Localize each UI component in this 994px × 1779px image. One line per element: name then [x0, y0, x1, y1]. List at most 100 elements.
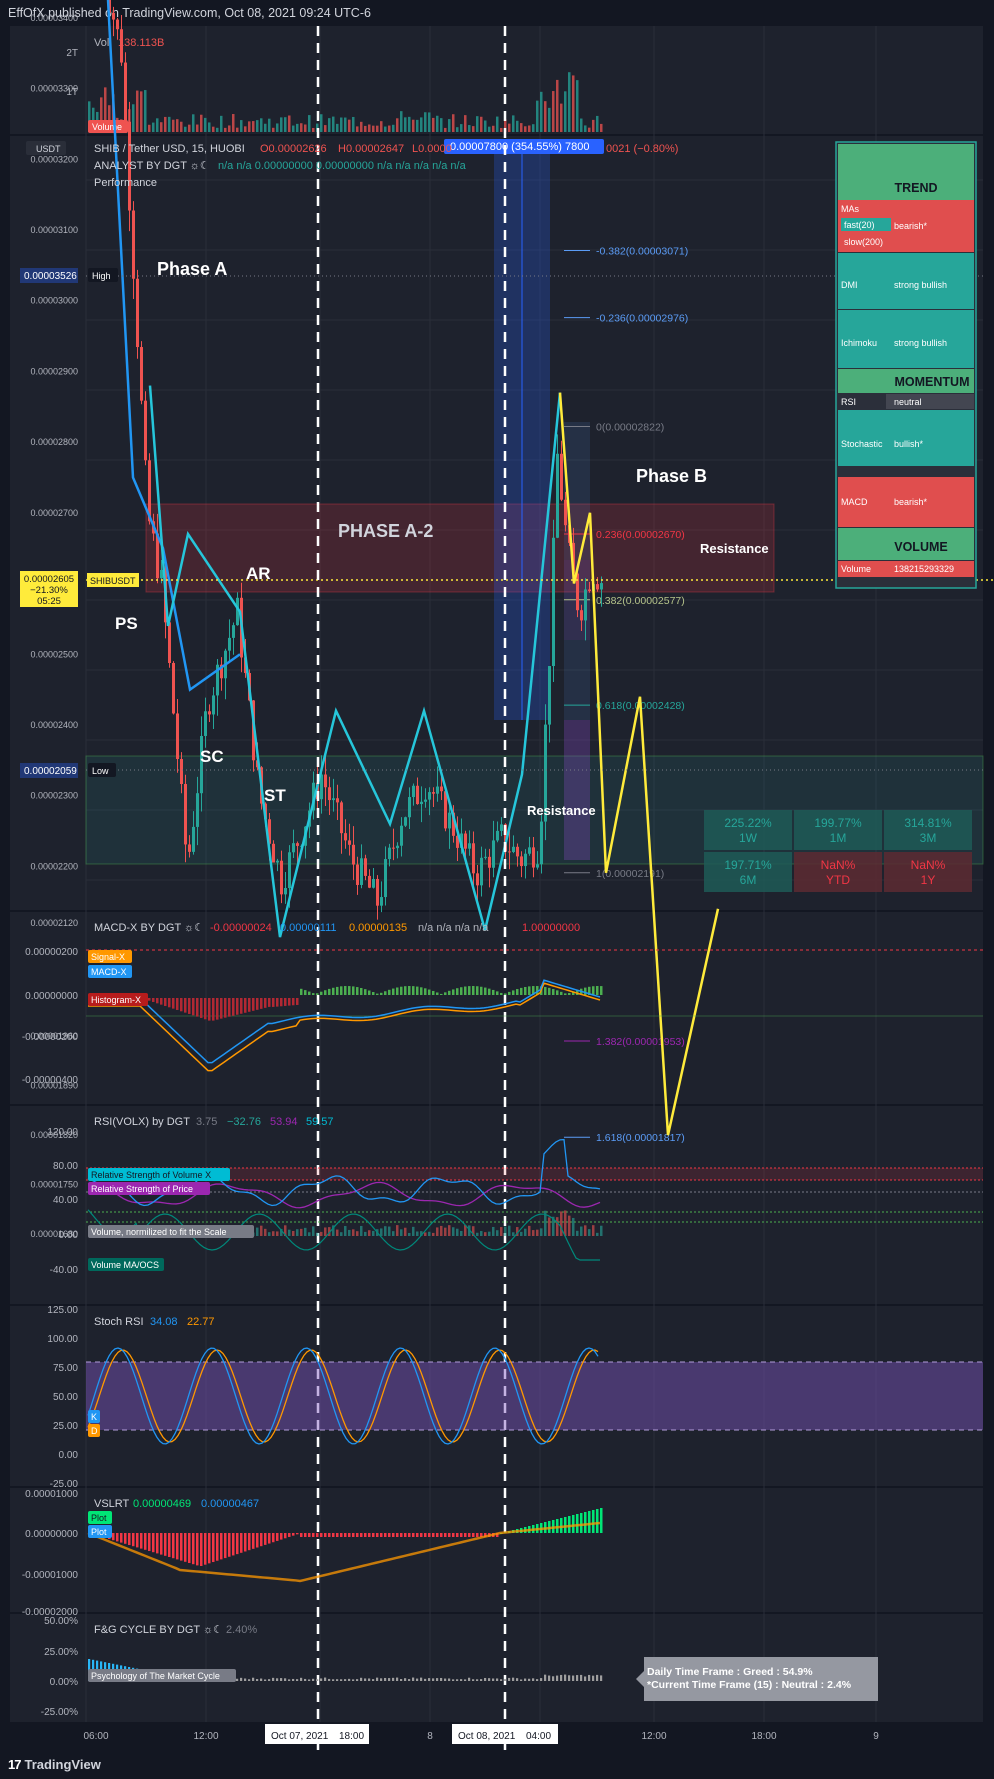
macd-hist — [424, 988, 427, 995]
fg-bar — [364, 1678, 367, 1681]
candle-body — [508, 851, 511, 853]
candle-body — [488, 856, 491, 868]
vslrt-bar — [576, 1514, 579, 1533]
currency: USDT — [36, 144, 61, 154]
candle-body — [468, 843, 471, 849]
macd-hist — [564, 993, 567, 995]
vslrt-bar — [268, 1533, 271, 1544]
rsi-vol-bar — [308, 1232, 311, 1236]
candle-body — [420, 801, 423, 805]
fg-bar — [568, 1675, 571, 1681]
volume-bar — [464, 115, 467, 132]
macd-hist — [156, 998, 159, 1004]
tradingview-chart[interactable]: Vol 138.113B 2T 1T Volume 0.000038000.00… — [0, 0, 994, 1779]
volume-bar — [284, 117, 287, 132]
last-time: 05:25 — [37, 596, 61, 607]
vslrt-bar — [320, 1533, 323, 1537]
rsi-vol-bar — [260, 1225, 263, 1236]
rsi-vol-bar — [336, 1229, 339, 1236]
time-label: 8 — [427, 1731, 433, 1742]
fg-bar — [316, 1679, 319, 1681]
macd-hist — [492, 989, 495, 995]
macd-hist — [464, 986, 467, 995]
vslrt-bar — [580, 1513, 583, 1533]
time-label: 9 — [873, 1731, 879, 1742]
volume-bar — [432, 117, 435, 132]
volume-bar — [324, 125, 327, 132]
tradingview-logo[interactable]: 17 TradingView — [8, 1757, 101, 1772]
volume-bar — [484, 120, 487, 132]
stoch-tick: 0.00 — [59, 1450, 79, 1461]
rsi-vol-bar — [356, 1231, 359, 1236]
fg-bar — [588, 1674, 591, 1681]
volume-bar — [480, 116, 483, 132]
vslrt-bar — [252, 1533, 255, 1549]
fg-bar — [252, 1677, 255, 1681]
macd-hist — [600, 986, 603, 995]
price-tick: 0.00002200 — [30, 861, 78, 871]
vslrt-bar — [192, 1533, 195, 1565]
rsi-v3: 53.94 — [270, 1116, 298, 1128]
vslrt-bar — [340, 1533, 343, 1537]
fg-bar — [400, 1679, 403, 1681]
candle-body — [512, 846, 515, 853]
vslrt-bar — [396, 1533, 399, 1537]
macd-hist — [168, 998, 171, 1008]
volume-bar — [144, 90, 147, 132]
vslrt-bar — [464, 1533, 467, 1537]
vslrt-bar — [408, 1533, 411, 1537]
volume-table-value: 138215293329 — [894, 564, 954, 574]
rsi-vol-bar — [540, 1228, 543, 1236]
macd-hist — [348, 986, 351, 995]
rsi-vol-bar — [548, 1217, 551, 1236]
vslrt-bar — [200, 1533, 203, 1566]
macd-hist — [356, 987, 359, 995]
vslrt-bar — [364, 1533, 367, 1537]
volume-bar — [224, 127, 227, 132]
macd-hist — [392, 988, 395, 995]
perf-period: 3M — [920, 831, 937, 845]
fg-bar — [424, 1678, 427, 1681]
volume-bar — [248, 121, 251, 132]
macd-hist — [552, 989, 555, 995]
volume-bar — [508, 123, 511, 132]
vslrt-bar — [584, 1512, 587, 1533]
macd-hist — [196, 998, 199, 1017]
volume-bar — [412, 119, 415, 132]
macd-hist — [432, 990, 435, 995]
fg-bar — [564, 1674, 567, 1681]
macd-hist — [272, 998, 275, 1007]
phase-a2-zone — [145, 503, 775, 593]
candle-body — [408, 797, 411, 818]
volume-bar — [180, 121, 183, 132]
macd-hist — [364, 989, 367, 995]
vslrt-bar — [380, 1533, 383, 1537]
fg-note-line1: Daily Time Frame : Greed : 54.9% — [647, 1666, 813, 1678]
price-tick: 0.00002900 — [30, 366, 78, 376]
macd-hist — [288, 998, 291, 1006]
vslrt-bar — [156, 1533, 159, 1554]
macd-hist — [408, 986, 411, 995]
macd-hist — [568, 992, 571, 995]
vslrt-bar — [596, 1509, 599, 1533]
candle-body — [228, 637, 231, 651]
vslrt-bar — [232, 1533, 235, 1556]
rsi-vol-bar — [480, 1231, 483, 1236]
rsi-vol-bar — [508, 1225, 511, 1236]
volume-bar — [544, 101, 547, 132]
candle-body — [172, 662, 175, 714]
fg-bar — [584, 1676, 587, 1681]
fg-bar — [284, 1678, 287, 1681]
macd-hist — [472, 986, 475, 995]
vslrt-bar — [284, 1533, 287, 1539]
rsi-tick: 40.00 — [53, 1195, 78, 1206]
volume-bar — [168, 116, 171, 132]
macd-hist — [160, 998, 163, 1005]
candle-body — [160, 569, 163, 579]
volume-bar — [384, 126, 387, 132]
rsi-vol-bar — [436, 1227, 439, 1236]
vslrt-bar — [220, 1533, 223, 1560]
fg-bar — [600, 1675, 603, 1681]
macd-hist — [584, 987, 587, 995]
candle-body — [540, 821, 543, 865]
